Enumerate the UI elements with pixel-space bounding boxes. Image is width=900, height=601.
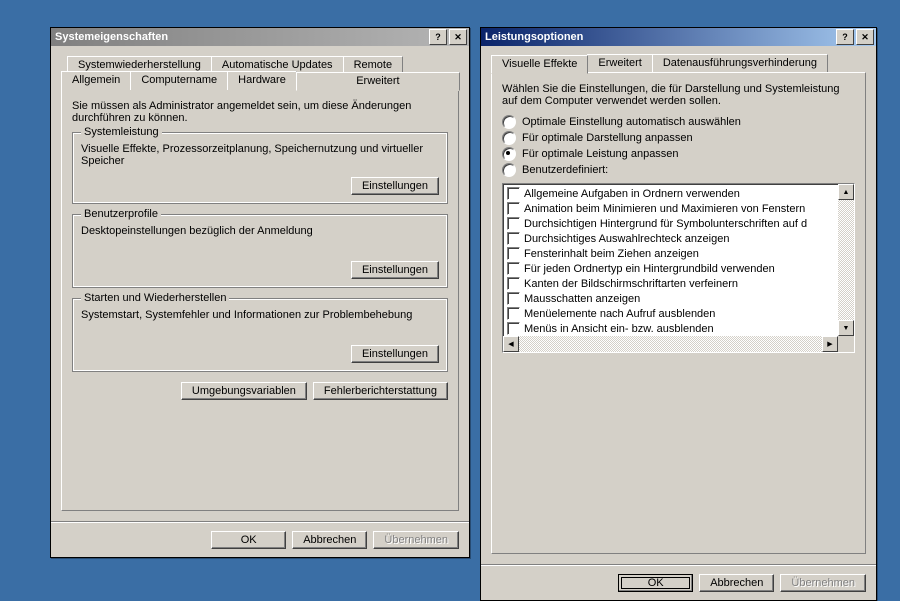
intro-text: Wählen Sie die Einstellungen, die für Da… [502, 83, 855, 107]
ok-button[interactable]: OK [618, 574, 693, 592]
titlebar[interactable]: Systemeigenschaften ? ✕ [51, 28, 469, 46]
tab-visual-effects[interactable]: Visuelle Effekte [491, 55, 588, 74]
checkbox-label: Kanten der Bildschirmschriftarten verfei… [524, 278, 738, 290]
radio-option[interactable]: Benutzerdefiniert: [502, 163, 855, 177]
group-text: Systemstart, Systemfehler und Informatio… [81, 309, 439, 321]
scroll-corner [838, 336, 854, 352]
radio-icon[interactable] [502, 163, 516, 177]
checkbox-label: Allgemeine Aufgaben in Ordnern verwenden [524, 188, 740, 200]
scroll-track[interactable] [519, 336, 822, 352]
tab-advanced[interactable]: Erweitert [296, 72, 460, 91]
group-title: Starten und Wiederherstellen [81, 292, 229, 304]
settings-button-startup[interactable]: Einstellungen [351, 345, 439, 363]
scroll-left-icon[interactable]: ◀ [503, 336, 519, 352]
list-item[interactable]: Menüelemente nach Aufruf ausblenden [505, 306, 836, 321]
checkbox-icon[interactable] [507, 202, 520, 215]
settings-button-profiles[interactable]: Einstellungen [351, 261, 439, 279]
list-item[interactable]: Allgemeine Aufgaben in Ordnern verwenden [505, 186, 836, 201]
radio-icon[interactable] [502, 115, 516, 129]
checkbox-label: Menüelemente nach Aufruf ausblenden [524, 308, 715, 320]
advanced-panel: Sie müssen als Administrator angemeldet … [61, 89, 459, 511]
help-button[interactable]: ? [836, 29, 854, 45]
checkbox-label: Fensterinhalt beim Ziehen anzeigen [524, 248, 699, 260]
titlebar[interactable]: Leistungsoptionen ? ✕ [481, 28, 876, 46]
group-title: Benutzerprofile [81, 208, 161, 220]
apply-button[interactable]: Übernehmen [780, 574, 866, 592]
close-button[interactable]: ✕ [856, 29, 874, 45]
settings-button-performance[interactable]: Einstellungen [351, 177, 439, 195]
tab-advanced[interactable]: Erweitert [587, 54, 652, 73]
help-button[interactable]: ? [429, 29, 447, 45]
radio-option[interactable]: Für optimale Darstellung anpassen [502, 131, 855, 145]
group-text: Desktopeinstellungen bezüglich der Anmel… [81, 225, 439, 237]
tab-hardware[interactable]: Hardware [227, 71, 297, 90]
checkbox-label: Durchsichtigen Hintergrund für Symbolunt… [524, 218, 807, 230]
group-title: Systemleistung [81, 126, 162, 138]
list-item[interactable]: Durchsichtiges Auswahlrechteck anzeigen [505, 231, 836, 246]
checkbox-icon[interactable] [507, 322, 520, 335]
ok-button[interactable]: OK [211, 531, 286, 549]
cancel-button[interactable]: Abbrechen [292, 531, 367, 549]
list-item[interactable]: Kanten der Bildschirmschriftarten verfei… [505, 276, 836, 291]
checkbox-label: Animation beim Minimieren und Maximieren… [524, 203, 805, 215]
intro-text: Sie müssen als Administrator angemeldet … [72, 100, 448, 124]
scroll-right-icon[interactable]: ▶ [822, 336, 838, 352]
radio-label: Für optimale Darstellung anpassen [522, 132, 693, 144]
startup-group: Starten und Wiederherstellen Systemstart… [72, 298, 448, 372]
checkbox-icon[interactable] [507, 292, 520, 305]
checkbox-icon[interactable] [507, 277, 520, 290]
error-reporting-button[interactable]: Fehlerberichterstattung [313, 382, 448, 400]
list-item[interactable]: Fensterinhalt beim Ziehen anzeigen [505, 246, 836, 261]
list-item[interactable]: Durchsichtigen Hintergrund für Symbolunt… [505, 216, 836, 231]
group-text: Visuelle Effekte, Prozessorzeitplanung, … [81, 143, 439, 167]
radio-label: Benutzerdefiniert: [522, 164, 608, 176]
checkbox-icon[interactable] [507, 217, 520, 230]
radio-label: Optimale Einstellung automatisch auswähl… [522, 116, 741, 128]
window-title: Systemeigenschaften [53, 31, 427, 43]
list-item[interactable]: Animation beim Minimieren und Maximieren… [505, 201, 836, 216]
checkbox-label: Durchsichtiges Auswahlrechteck anzeigen [524, 233, 729, 245]
system-properties-dialog: Systemeigenschaften ? ✕ Systemwiederhers… [50, 27, 470, 558]
tab-dep[interactable]: Datenausführungsverhinderung [652, 54, 828, 73]
horizontal-scrollbar[interactable]: ◀ ▶ [503, 336, 838, 352]
checkbox-icon[interactable] [507, 247, 520, 260]
visual-effects-panel: Wählen Sie die Einstellungen, die für Da… [491, 72, 866, 554]
window-title: Leistungsoptionen [483, 31, 834, 43]
tab-general[interactable]: Allgemein [61, 71, 131, 90]
radio-icon[interactable] [502, 147, 516, 161]
list-item[interactable]: Mausschatten anzeigen [505, 291, 836, 306]
radio-option[interactable]: Für optimale Leistung anpassen [502, 147, 855, 161]
checkbox-label: Menüs in Ansicht ein- bzw. ausblenden [524, 323, 714, 335]
scroll-track[interactable] [838, 200, 854, 320]
vertical-scrollbar[interactable]: ▲ ▼ [838, 184, 854, 336]
checkbox-label: Für jeden Ordnertyp ein Hintergrundbild … [524, 263, 775, 275]
radio-option[interactable]: Optimale Einstellung automatisch auswähl… [502, 115, 855, 129]
scroll-down-icon[interactable]: ▼ [838, 320, 854, 336]
checkbox-icon[interactable] [507, 307, 520, 320]
radio-icon[interactable] [502, 131, 516, 145]
checkbox-icon[interactable] [507, 262, 520, 275]
performance-group: Systemleistung Visuelle Effekte, Prozess… [72, 132, 448, 204]
checkbox-icon[interactable] [507, 187, 520, 200]
checkbox-icon[interactable] [507, 232, 520, 245]
performance-options-dialog: Leistungsoptionen ? ✕ Visuelle Effekte E… [480, 27, 877, 601]
checkbox-label: Mausschatten anzeigen [524, 293, 640, 305]
list-item[interactable]: Für jeden Ordnertyp ein Hintergrundbild … [505, 261, 836, 276]
effects-listbox[interactable]: Allgemeine Aufgaben in Ordnern verwenden… [502, 183, 855, 353]
cancel-button[interactable]: Abbrechen [699, 574, 774, 592]
tab-computername[interactable]: Computername [130, 71, 228, 90]
radio-group: Optimale Einstellung automatisch auswähl… [502, 115, 855, 177]
userprofiles-group: Benutzerprofile Desktopeinstellungen bez… [72, 214, 448, 288]
scroll-up-icon[interactable]: ▲ [838, 184, 854, 200]
radio-label: Für optimale Leistung anpassen [522, 148, 679, 160]
close-button[interactable]: ✕ [449, 29, 467, 45]
list-item[interactable]: Menüs in Ansicht ein- bzw. ausblenden [505, 321, 836, 336]
apply-button[interactable]: Übernehmen [373, 531, 459, 549]
env-vars-button[interactable]: Umgebungsvariablen [181, 382, 307, 400]
